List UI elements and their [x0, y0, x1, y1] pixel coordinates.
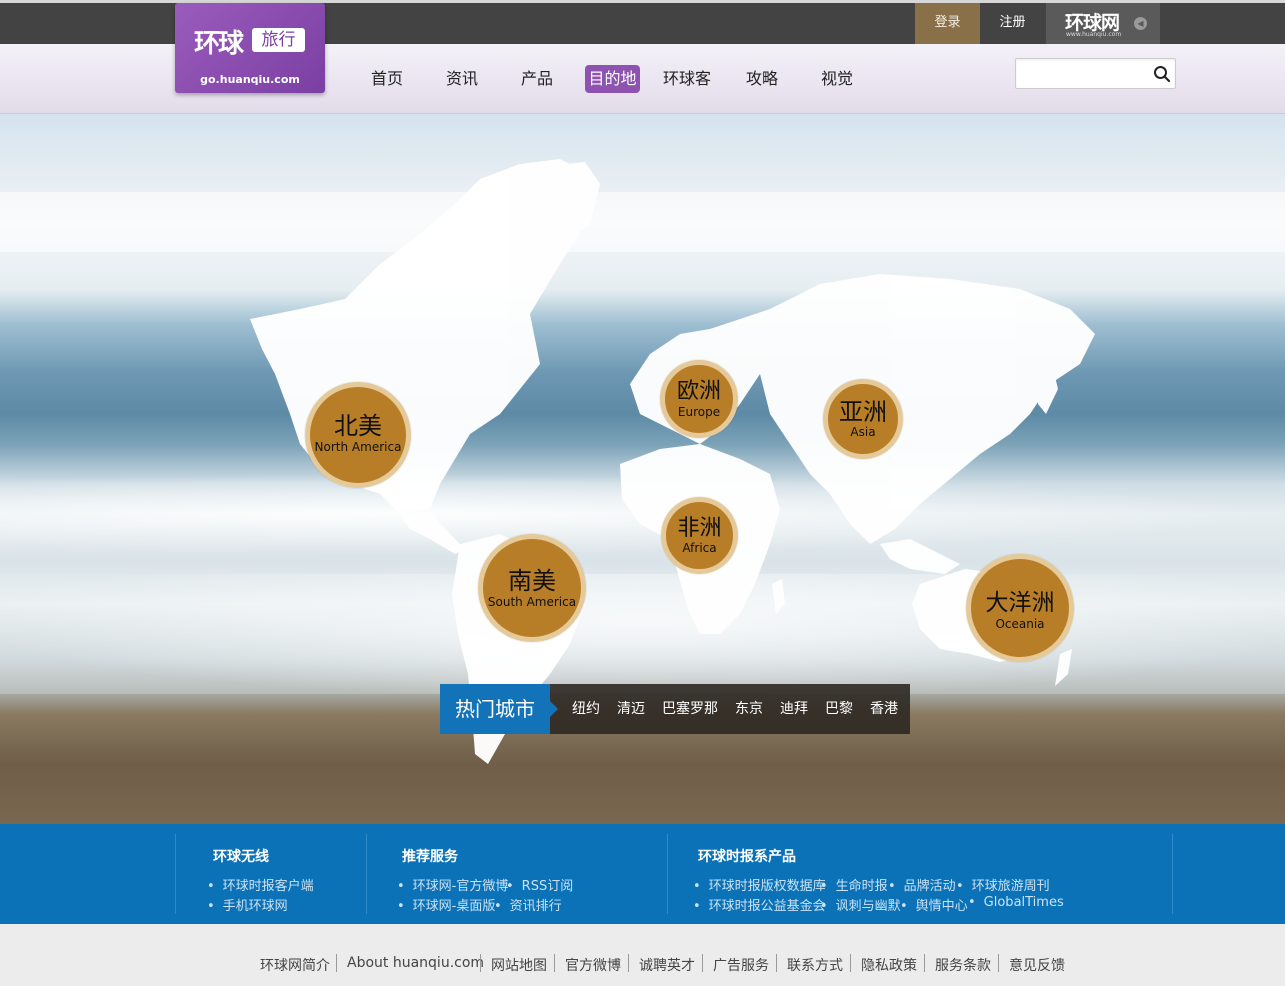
search-box	[1015, 58, 1176, 89]
nav-item-guides[interactable]: 攻略	[745, 65, 779, 93]
footer-link[interactable]: 资讯排行	[494, 895, 562, 914]
footer-link[interactable]: 环球网-桌面版	[397, 895, 496, 914]
hot-cities-title: 热门城市	[440, 684, 550, 734]
footer-bottom-link[interactable]: 网站地图	[491, 955, 547, 975]
huanqiu-brand-url: www.huanqiu.com	[1066, 31, 1122, 38]
nav-item-travelers[interactable]: 环球客	[662, 65, 712, 93]
nav-item-visuals[interactable]: 视觉	[820, 65, 854, 93]
footer-col-title: 环球无线	[213, 849, 269, 865]
footer-col-title: 环球时报系产品	[698, 849, 796, 865]
footer-separator	[554, 954, 555, 972]
footer-link[interactable]: 环球时报客户端	[207, 875, 314, 894]
footer-bottom-links: 环球网简介 About huanqiu.com 网站地图 官方微博 诚聘英才 广…	[0, 924, 1285, 986]
footer-link[interactable]: 环球时报版权数据库	[693, 875, 826, 894]
nav-item-products[interactable]: 产品	[520, 65, 554, 93]
nav-item-destinations[interactable]: 目的地	[585, 65, 640, 93]
continent-zh-label: 亚洲	[839, 398, 887, 426]
continent-south-america[interactable]: 南美 South America	[478, 534, 586, 642]
footer-bottom-link[interactable]: 意见反馈	[1009, 955, 1065, 975]
register-button[interactable]: 注册	[980, 3, 1045, 47]
site-logo[interactable]: 环球 旅行 go.huanqiu.com	[175, 3, 325, 93]
footer-link[interactable]: RSS订阅	[506, 875, 574, 894]
footer-link[interactable]: 手机环球网	[207, 895, 288, 914]
continent-zh-label: 大洋洲	[985, 590, 1055, 616]
city-link[interactable]: 巴塞罗那	[662, 684, 718, 734]
search-input[interactable]	[1022, 64, 1147, 84]
footer-separator	[480, 954, 481, 972]
city-link[interactable]: 香港	[870, 684, 898, 734]
footer-bottom-link[interactable]: 服务条款	[935, 955, 991, 975]
continent-en-label: Africa	[682, 541, 717, 555]
new-zealand-shape	[1055, 649, 1072, 686]
sea-islands-shape	[880, 539, 960, 574]
continent-en-label: Asia	[850, 425, 876, 439]
continent-europe[interactable]: 欧洲 Europe	[660, 360, 738, 438]
city-link[interactable]: 东京	[735, 684, 763, 734]
logo-url-text: go.huanqiu.com	[200, 73, 300, 86]
footer-link[interactable]: 舆情中心	[900, 895, 968, 914]
nav-item-news[interactable]: 资讯	[445, 65, 479, 93]
footer-bottom-link[interactable]: 诚聘英才	[639, 955, 695, 975]
nav-item-home[interactable]: 首页	[370, 65, 404, 93]
footer-link[interactable]: 生命时报	[820, 875, 888, 894]
continent-north-america[interactable]: 北美 North America	[305, 382, 411, 488]
footer-separator	[776, 954, 777, 972]
continent-zh-label: 南美	[508, 567, 556, 595]
hot-cities-arrow	[550, 701, 558, 717]
continent-oceania[interactable]: 大洋洲 Oceania	[966, 554, 1074, 662]
footer-bottom-link[interactable]: About huanqiu.com	[347, 955, 484, 971]
continent-en-label: Europe	[677, 405, 721, 419]
footer-separator	[998, 954, 999, 972]
logo-tag-text: 旅行	[252, 28, 305, 52]
footer-links-section: 环球无线 环球时报客户端 手机环球网 推荐服务 环球网-官方微博 RSS订阅 环…	[0, 824, 1285, 924]
city-link[interactable]: 巴黎	[825, 684, 853, 734]
footer-separator	[850, 954, 851, 972]
continent-en-label: North America	[314, 440, 402, 454]
hero-destinations: 北美 North America 欧洲 Europe 亚洲 Asia 非洲 Af…	[0, 114, 1285, 824]
continent-africa[interactable]: 非洲 Africa	[661, 497, 738, 574]
footer-separator	[628, 954, 629, 972]
footer-link[interactable]: 环球时报公益基金会	[693, 895, 826, 914]
central-america-shape	[400, 512, 465, 554]
footer-separator	[336, 954, 337, 972]
continent-zh-label: 非洲	[677, 516, 722, 541]
footer-bottom-link[interactable]: 联系方式	[787, 955, 843, 975]
footer-bottom-link[interactable]: 广告服务	[713, 955, 769, 975]
footer-link[interactable]: 讽刺与幽默	[820, 895, 901, 914]
footer-bottom-link[interactable]: 隐私政策	[861, 955, 917, 975]
continent-zh-label: 欧洲	[676, 379, 721, 404]
footer-separator	[924, 954, 925, 972]
footer-link[interactable]: 品牌活动	[888, 875, 956, 894]
chevron-left-icon[interactable]: ◀	[1134, 17, 1147, 30]
city-link[interactable]: 纽约	[572, 684, 600, 734]
footer-link[interactable]: 环球网-官方微博	[397, 875, 509, 894]
city-link[interactable]: 迪拜	[780, 684, 808, 734]
continent-en-label: Oceania	[995, 617, 1045, 631]
footer-col-products: 环球时报系产品 环球时报版权数据库 生命时报 品牌活动 环球旅游周刊 环球时报公…	[667, 834, 1173, 914]
huanqiu-brand-link[interactable]: 环球网 www.huanqiu.com ◀	[1046, 3, 1160, 47]
footer-col-wireless: 环球无线 环球时报客户端 手机环球网	[175, 834, 366, 914]
continent-zh-label: 北美	[334, 412, 382, 440]
footer-link[interactable]: GlobalTimes	[968, 895, 1064, 910]
footer-separator	[702, 954, 703, 972]
city-link[interactable]: 清迈	[617, 684, 645, 734]
continent-asia[interactable]: 亚洲 Asia	[823, 379, 903, 459]
continent-en-label: South America	[487, 595, 577, 609]
footer-bottom-link[interactable]: 环球网简介	[260, 955, 330, 975]
footer-link[interactable]: 环球旅游周刊	[956, 875, 1050, 894]
footer-col-title: 推荐服务	[402, 849, 458, 865]
hot-cities-list: 纽约 清迈 巴塞罗那 东京 迪拜 巴黎 香港	[550, 684, 910, 734]
madagascar-shape	[772, 579, 785, 614]
footer-col-services: 推荐服务 环球网-官方微博 RSS订阅 环球网-桌面版 资讯排行	[366, 834, 667, 914]
login-button[interactable]: 登录	[915, 3, 980, 47]
footer-bottom-link[interactable]: 官方微博	[565, 955, 621, 975]
search-icon[interactable]	[1152, 64, 1172, 84]
logo-main-text: 环球	[194, 29, 244, 59]
